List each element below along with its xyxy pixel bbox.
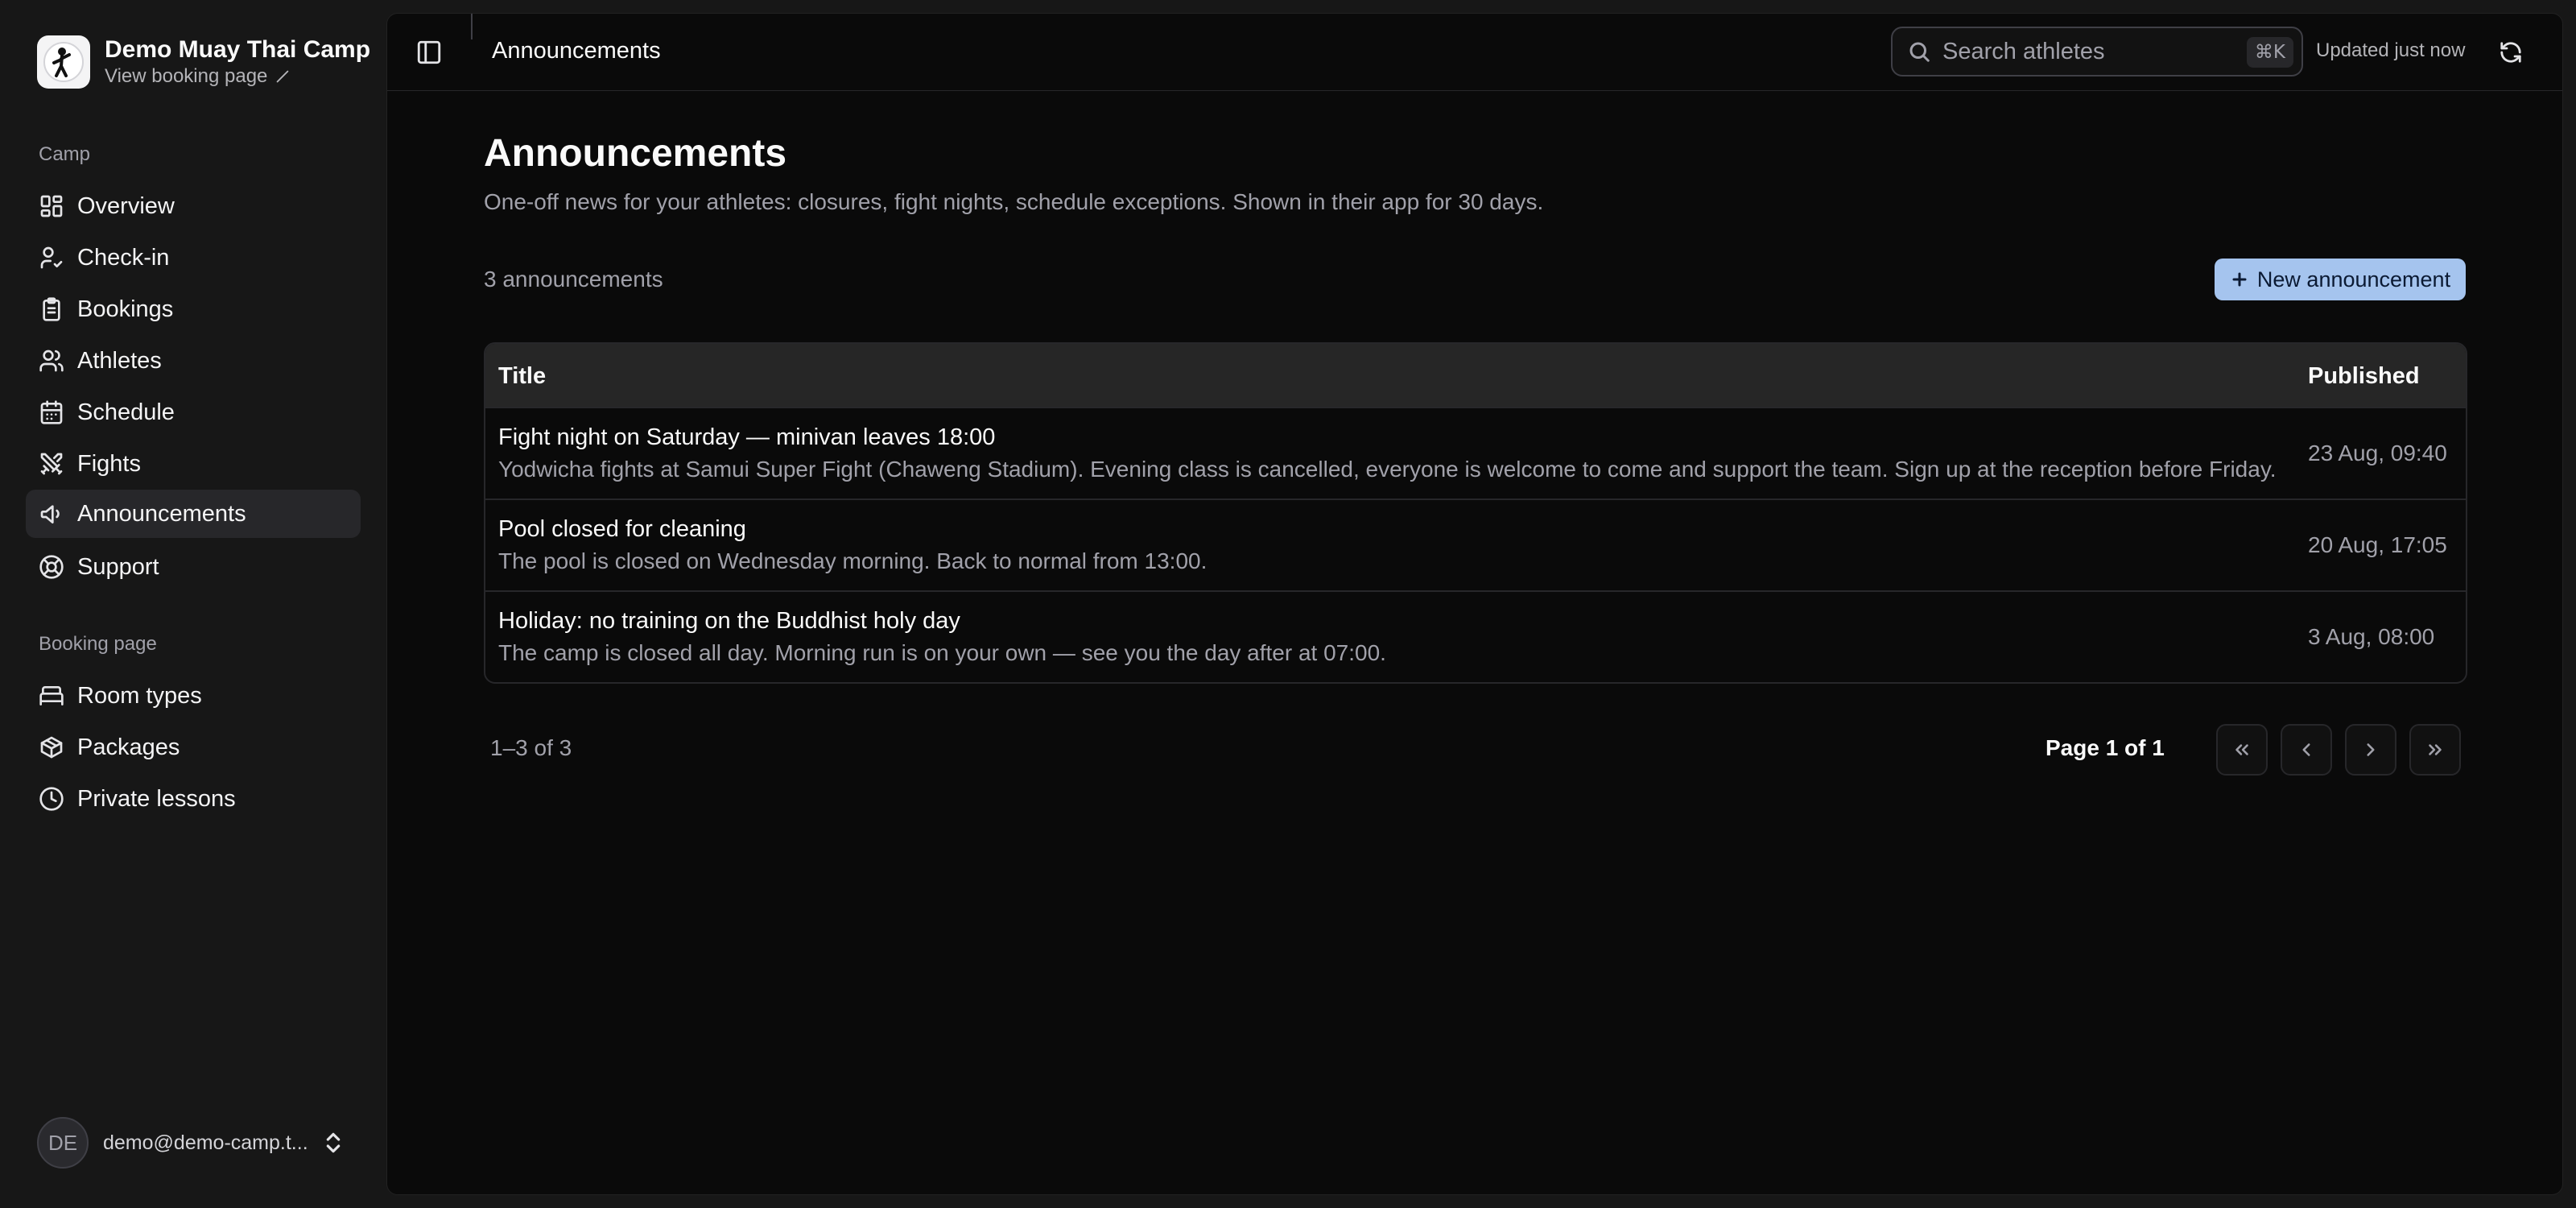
row-body: Yodwicha fights at Samui Super Fight (Ch… (498, 457, 2277, 482)
clipboard-icon (39, 296, 64, 322)
new-announcement-button[interactable]: New announcement (2215, 259, 2466, 300)
sidebar-item-label: Check-in (77, 244, 170, 271)
updated-status: Updated just now (2316, 39, 2466, 61)
fighter-logo-icon (37, 35, 90, 89)
pagination-range: 1–3 of 3 (490, 735, 572, 760)
chevrons-up-down-icon (320, 1130, 346, 1156)
package-icon (39, 734, 64, 760)
row-title: Holiday: no training on the Buddhist hol… (498, 608, 960, 634)
row-published: 3 Aug, 08:00 (2308, 624, 2435, 649)
swords-icon (39, 451, 64, 477)
sidebar-toggle-button[interactable] (413, 36, 445, 68)
clock-icon (39, 786, 64, 812)
row-body: The camp is closed all day. Morning run … (498, 640, 1386, 665)
sidebar-item-private-lessons[interactable]: Private lessons (26, 775, 361, 823)
row-published: 23 Aug, 09:40 (2308, 441, 2447, 465)
panel-left-icon (417, 40, 441, 64)
avatar: DE (37, 1117, 89, 1169)
sidebar-item-fights[interactable]: Fights (26, 440, 361, 488)
camp-name: Demo Muay Thai Camp (105, 36, 371, 63)
pagination-page-label: Page 1 of 1 (2046, 735, 2165, 760)
sidebar-item-label: Support (77, 553, 159, 580)
group-label-booking-page: Booking page (39, 633, 157, 655)
user-email: demo@demo-camp.t... (103, 1131, 308, 1154)
life-buoy-icon (39, 554, 64, 580)
column-header-title[interactable]: Title (498, 363, 546, 390)
sidebar-item-check-in[interactable]: Check-in (26, 234, 361, 282)
chevrons-right-icon (2429, 744, 2442, 755)
refresh-button[interactable] (2495, 36, 2527, 68)
next-page-button[interactable] (2345, 724, 2396, 776)
external-link-icon (277, 70, 289, 83)
search-box[interactable]: ⌘K (1891, 27, 2303, 77)
topbar: Announcements ⌘K Updated just now (387, 14, 2562, 91)
brand[interactable]: Demo Muay Thai Camp View booking page (37, 35, 370, 89)
grid-icon (39, 193, 64, 219)
sidebar-item-bookings[interactable]: Bookings (26, 285, 361, 333)
previous-page-button[interactable] (2281, 724, 2332, 776)
new-announcement-label: New announcement (2256, 267, 2451, 292)
chevron-left-icon (2302, 743, 2310, 756)
users-icon (39, 348, 64, 374)
chevron-right-icon (2367, 743, 2375, 756)
page-description: One-off news for your athletes: closures… (484, 189, 1544, 214)
row-title: Pool closed for cleaning (498, 516, 746, 542)
bed-icon (39, 683, 64, 709)
last-page-button[interactable] (2409, 724, 2461, 776)
row-title: Fight night on Saturday — minivan leaves… (498, 424, 996, 450)
sidebar-item-overview[interactable]: Overview (26, 182, 361, 230)
sidebar: Demo Muay Thai Camp View booking page Ca… (0, 0, 374, 1208)
row-body: The pool is closed on Wednesday morning.… (498, 548, 1208, 573)
column-header-published[interactable]: Published (2308, 363, 2420, 390)
refresh-icon (2500, 42, 2521, 63)
sidebar-item-announcements[interactable]: Announcements (26, 490, 361, 538)
page-title: Announcements (484, 132, 787, 175)
topbar-divider (471, 14, 473, 39)
announcement-count: 3 announcements (484, 267, 663, 292)
sidebar-item-schedule[interactable]: Schedule (26, 388, 361, 436)
row-published: 20 Aug, 17:05 (2308, 532, 2447, 557)
sidebar-item-packages[interactable]: Packages (26, 723, 361, 772)
user-check-icon (39, 245, 64, 271)
search-input[interactable] (1942, 35, 2232, 68)
sidebar-item-support[interactable]: Support (26, 543, 361, 591)
sidebar-item-athletes[interactable]: Athletes (26, 337, 361, 385)
sidebar-item-label: Packages (77, 734, 180, 760)
sidebar-item-label: Room types (77, 682, 202, 709)
view-booking-page-link[interactable]: View booking page (105, 64, 370, 89)
table-row[interactable]: Fight night on Saturday — minivan leaves… (485, 408, 2466, 500)
sidebar-item-label: Announcements (77, 500, 246, 527)
sidebar-item-label: Schedule (77, 399, 175, 425)
sidebar-item-label: Bookings (77, 296, 174, 322)
table-row[interactable]: Pool closed for cleaning The pool is clo… (485, 500, 2466, 592)
breadcrumb: Announcements (492, 38, 661, 64)
sidebar-item-label: Private lessons (77, 785, 236, 812)
first-page-button[interactable] (2216, 724, 2268, 776)
user-menu[interactable]: DE demo@demo-camp.t... (37, 1117, 351, 1169)
chevrons-left-icon (2235, 744, 2248, 755)
group-label-camp: Camp (39, 143, 91, 165)
sidebar-item-label: Athletes (77, 347, 162, 374)
search-icon (1909, 42, 1930, 62)
sidebar-item-label: Fights (77, 450, 141, 477)
plus-icon (2232, 272, 2247, 287)
main-panel: Announcements ⌘K Updated just now Announ… (386, 13, 2563, 1195)
view-booking-page-label: View booking page (105, 65, 268, 87)
megaphone-icon (39, 501, 64, 527)
table-row[interactable]: Holiday: no training on the Buddhist hol… (485, 592, 2466, 682)
calendar-icon (39, 399, 64, 425)
table-header: Title Published (485, 344, 2466, 408)
search-shortcut: ⌘K (2246, 37, 2293, 68)
sidebar-item-room-types[interactable]: Room types (26, 672, 361, 720)
announcements-table: Title Published Fight night on Saturday … (484, 342, 2467, 684)
sidebar-item-label: Overview (77, 192, 175, 219)
